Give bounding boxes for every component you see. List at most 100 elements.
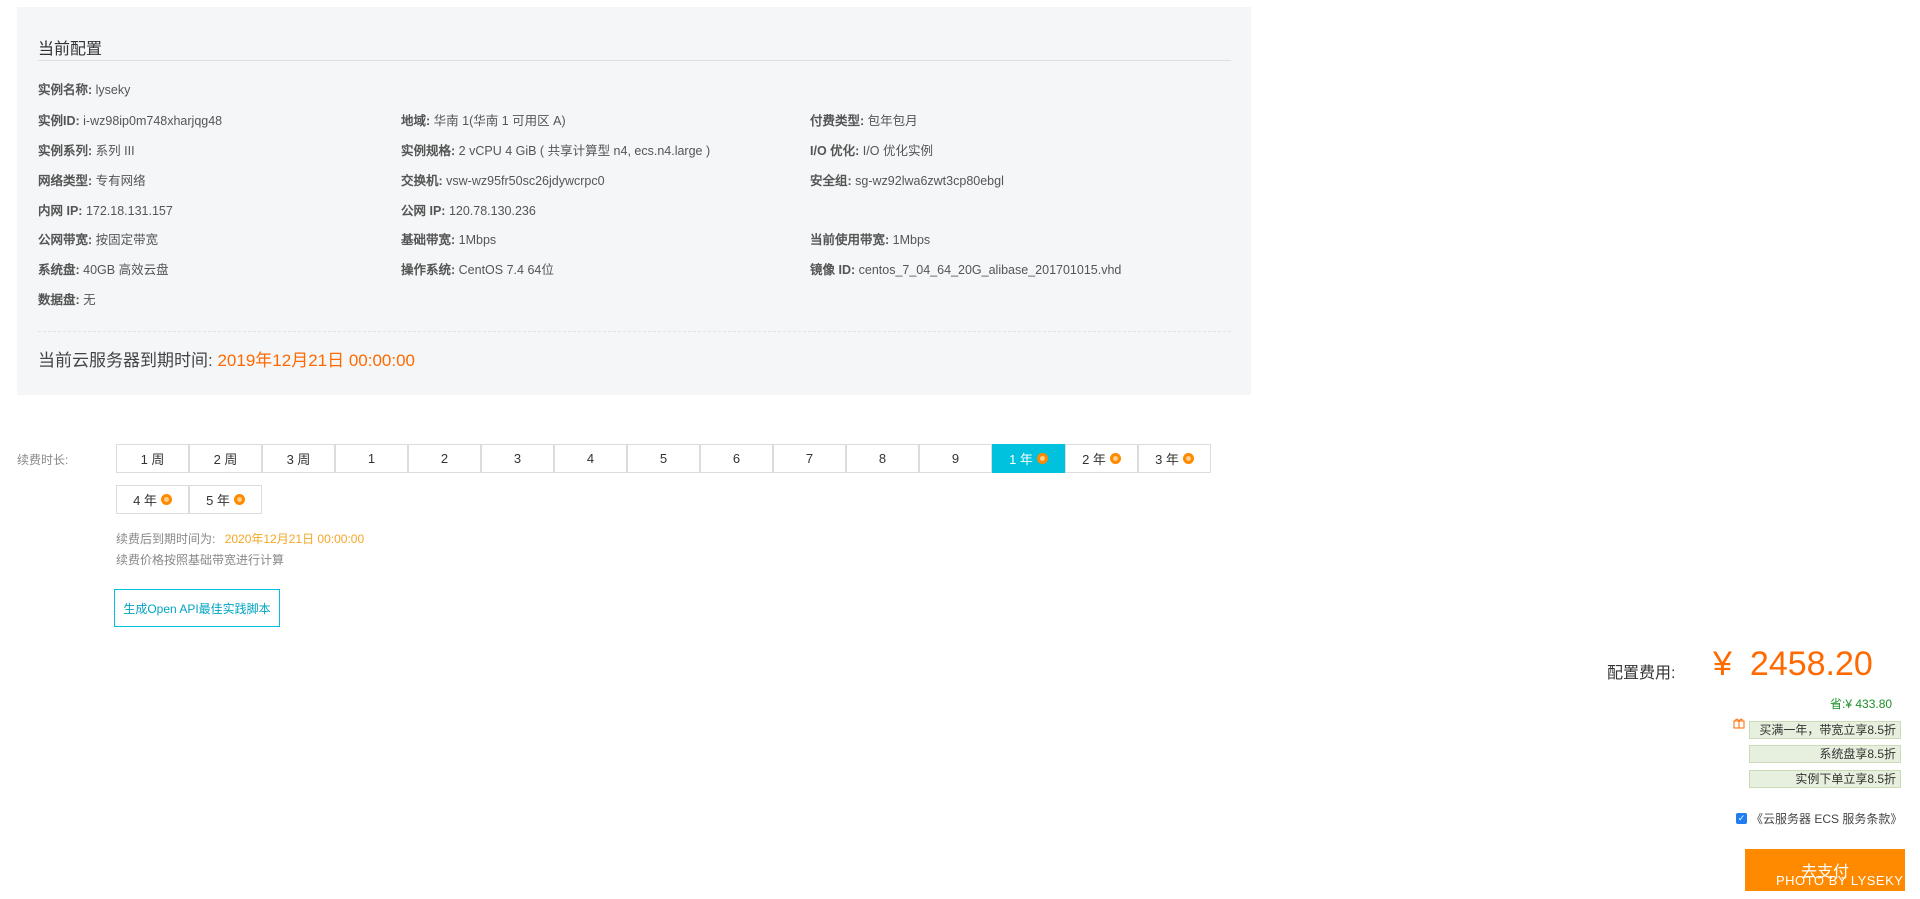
renew-option-label: 7 [805,451,814,466]
renew-option-1[interactable]: 1 [335,444,408,473]
promo-tag-instance: 实例下单立享8.5折 [1749,770,1901,788]
renew-option-3[interactable]: 3 [481,444,554,473]
renew-option-5年[interactable]: 5 年 [189,485,262,514]
row-image-id: 镜像 ID: centos_7_04_64_20G_alibase_201701… [810,259,1121,278]
label-switch: 交换机: [401,174,443,188]
label-network-type: 网络类型: [38,174,93,188]
value-billing-type: 包年包月 [867,114,918,128]
agreement-row: ✓ 《云服务器 ECS 服务条款》 [1736,810,1902,827]
label-public-ip: 公网 IP: [401,204,446,218]
renew-option-6[interactable]: 6 [700,444,773,473]
label-image-id: 镜像 ID: [810,263,856,277]
row-os: 操作系统: CentOS 7.4 64位 [401,259,554,278]
config-fee-label: 配置费用: [1607,665,1676,682]
agreement-checkbox[interactable]: ✓ [1736,813,1747,824]
label-spec: 实例规格: [401,144,456,158]
renew-option-label: 2 年 [1082,452,1106,467]
row-billing-type: 付费类型: 包年包月 [810,110,918,129]
renew-option-label: 1 年 [1009,452,1033,467]
label-data-disk: 数据盘: [38,293,80,307]
label-instance-id: 实例ID: [38,114,80,128]
renew-option-7[interactable]: 7 [773,444,846,473]
row-public-bandwidth: 公网带宽: 按固定带宽 [38,229,158,248]
renew-option-4[interactable]: 4 [554,444,627,473]
agreement-link[interactable]: 《云服务器 ECS 服务条款》 [1751,810,1902,827]
value-public-ip: 120.78.130.236 [448,204,536,218]
value-current-bandwidth: 1Mbps [892,233,931,247]
renew-option-label: 2 周 [213,452,238,467]
value-switch: vsw-wz95fr50sc26jdywcrpc0 [446,174,605,188]
expire-label: 当前云服务器到期时间: [38,351,213,370]
label-instance-name: 实例名称: [38,83,93,97]
renew-after-label: 续费后到期时间为: [116,532,216,546]
renew-option-3年[interactable]: 3 年 [1138,444,1211,473]
row-base-bandwidth: 基础带宽: 1Mbps [401,229,496,248]
row-series: 实例系列: 系列 III [38,140,135,159]
label-billing-type: 付费类型: [810,114,865,128]
label-private-ip: 内网 IP: [38,204,83,218]
generate-api-script-button[interactable]: 生成Open API最佳实践脚本 [114,589,280,627]
renew-option-label: 4 年 [133,493,157,508]
discount-badge-icon [1182,453,1194,464]
row-spec: 实例规格: 2 vCPU 4 GiB ( 共享计算型 n4, ecs.n4.la… [401,140,710,159]
value-security-group: sg-wz92lwa6zwt3cp80ebgl [855,174,1004,188]
renew-option-9[interactable]: 9 [919,444,992,473]
label-region: 地域: [401,114,431,128]
label-public-bandwidth: 公网带宽: [38,233,93,247]
row-network-type: 网络类型: 专有网络 [38,170,146,189]
panel-title: 当前配置 [38,41,103,58]
renew-option-2周[interactable]: 2 周 [189,444,262,473]
row-instance-name: 实例名称: lyseky [38,79,130,98]
renew-duration-label: 续费时长: [17,453,69,467]
value-os: CentOS 7.4 64位 [458,263,554,277]
renew-option-8[interactable]: 8 [846,444,919,473]
value-public-bandwidth: 按固定带宽 [95,233,159,247]
value-image-id: centos_7_04_64_20G_alibase_201701015.vhd [858,263,1122,277]
renew-note: 续费价格按照基础带宽进行计算 [116,553,285,567]
renew-option-2年[interactable]: 2 年 [1065,444,1138,473]
renew-option-label: 6 [732,451,741,466]
value-instance-id: i-wz98ip0m748xharjqg48 [83,114,223,128]
value-series: 系列 III [95,144,135,158]
renew-option-5[interactable]: 5 [627,444,700,473]
value-region: 华南 1(华南 1 可用区 A) [433,114,566,128]
divider [38,60,1231,61]
label-security-group: 安全组: [810,174,852,188]
discount-badge-icon [1109,453,1121,464]
currency-symbol: ¥ [1713,645,1732,683]
renew-after-row: 续费后到期时间为: 2020年12月21日 00:00:00 [116,530,364,547]
label-os: 操作系统: [401,263,456,277]
renew-option-label: 1 周 [140,452,165,467]
row-region: 地域: 华南 1(华南 1 可用区 A) [401,110,566,129]
gift-icon [1733,718,1745,729]
label-series: 实例系列: [38,144,93,158]
renew-after-value: 2020年12月21日 00:00:00 [224,532,365,546]
renew-option-label: 3 年 [1155,452,1179,467]
promo-tag-bandwidth: 买满一年，带宽立享8.5折 [1749,721,1901,739]
renew-option-2[interactable]: 2 [408,444,481,473]
expire-value: 2019年12月21日 00:00:00 [217,351,416,370]
renew-option-label: 3 周 [286,452,311,467]
renew-option-label: 3 [513,451,522,466]
value-network-type: 专有网络 [95,174,146,188]
discount-badge-icon [160,494,172,505]
value-io-optimized: I/O 优化实例 [862,144,933,158]
discount-badge-icon [1036,453,1048,464]
expire-row: 当前云服务器到期时间: 2019年12月21日 00:00:00 [38,346,415,371]
renew-option-label: 5 [659,451,668,466]
value-data-disk: 无 [83,293,96,307]
discount-badge-icon [233,494,245,505]
renew-option-3周[interactable]: 3 周 [262,444,335,473]
value-base-bandwidth: 1Mbps [458,233,497,247]
promo-tag-system-disk: 系统盘享8.5折 [1749,745,1901,763]
renew-option-1周[interactable]: 1 周 [116,444,189,473]
value-system-disk: 40GB 高效云盘 [83,263,169,277]
price-amount-row: ¥2458.20 [1713,645,1873,684]
renew-option-4年[interactable]: 4 年 [116,485,189,514]
label-base-bandwidth: 基础带宽: [401,233,456,247]
row-instance-id: 实例ID: i-wz98ip0m748xharjqg48 [38,110,222,129]
row-current-bandwidth: 当前使用带宽: 1Mbps [810,229,930,248]
value-private-ip: 172.18.131.157 [85,204,173,218]
renew-option-1年[interactable]: 1 年 [992,444,1065,473]
watermark: PHOTO BY LYSEKY [1776,873,1904,888]
